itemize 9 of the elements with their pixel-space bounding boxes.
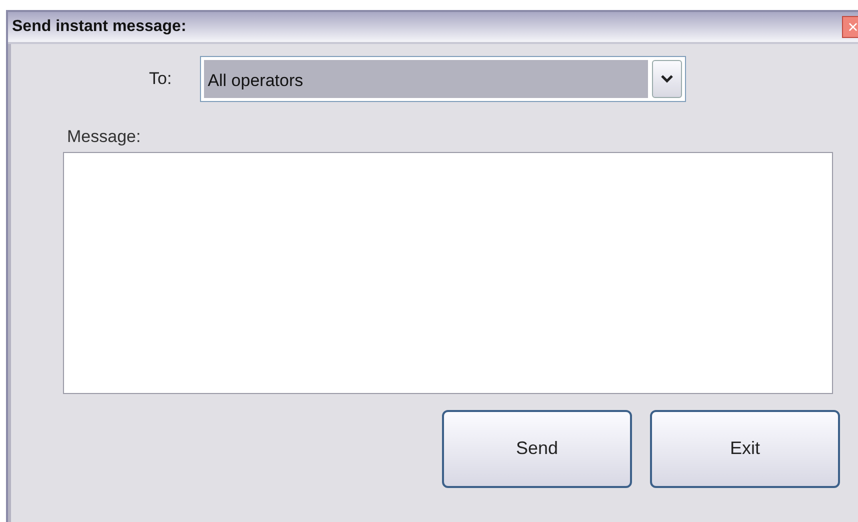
send-button[interactable]: Send <box>442 410 632 488</box>
to-label: To: <box>149 68 172 90</box>
exit-button[interactable]: Exit <box>650 410 840 488</box>
chevron-down-icon <box>660 75 673 83</box>
recipient-dropdown[interactable]: All operators <box>200 56 686 102</box>
dropdown-button[interactable] <box>652 60 682 98</box>
message-label: Message: <box>67 126 142 148</box>
window-title: Send instant message: <box>12 17 186 37</box>
message-field[interactable] <box>63 152 833 394</box>
